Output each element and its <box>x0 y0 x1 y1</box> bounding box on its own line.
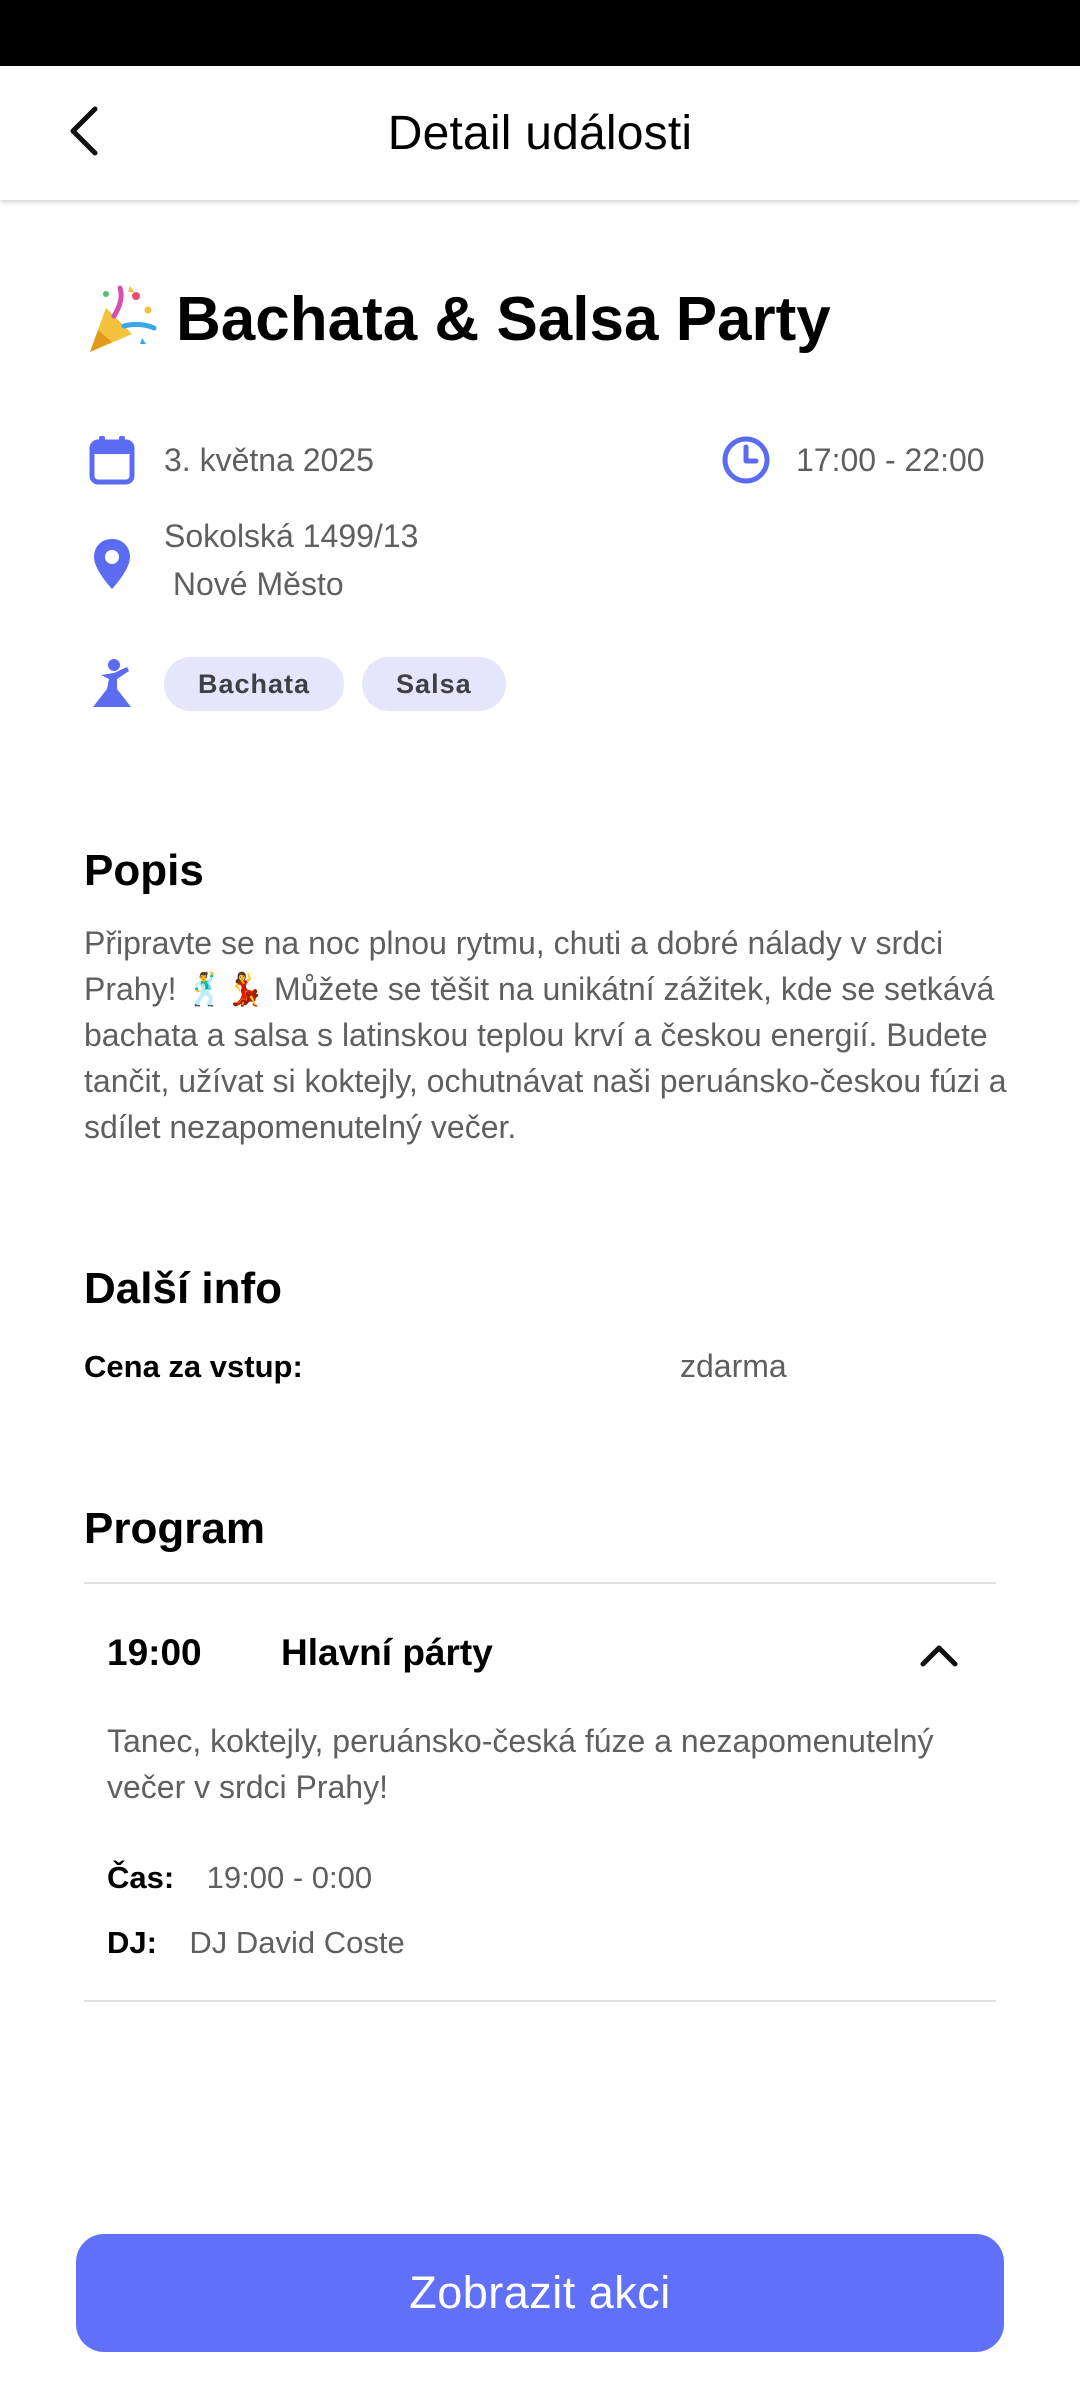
program-time-label: Čas: <box>107 1860 175 1895</box>
program-item-dj-row: DJ: DJ David Coste <box>107 1925 405 1961</box>
app-bar: Detail události <box>0 66 1080 200</box>
tag-bachata[interactable]: Bachata <box>164 657 345 711</box>
price-value: zdarma <box>680 1348 787 1384</box>
program-item-description: Tanec, koktejly, peruánsko-česká fúze a … <box>107 1723 934 1805</box>
price-label: Cena za vstup: <box>84 1349 303 1384</box>
event-date: 3. května 2025 <box>164 441 374 478</box>
chevron-up-icon[interactable] <box>914 1630 964 1680</box>
party-popper-icon <box>90 285 157 352</box>
event-location: Sokolská 1499/13 Nové Město <box>84 518 984 618</box>
calendar-icon <box>84 432 140 488</box>
show-event-button[interactable]: Zobrazit akci <box>76 2234 1004 2352</box>
event-title: Bachata & Salsa Party <box>176 284 831 354</box>
program-item-name: Hlavní párty <box>281 1632 493 1673</box>
page-title: Detail události <box>387 106 693 160</box>
address-line-2: Nové Město <box>164 566 344 602</box>
description-heading: Popis <box>84 846 204 895</box>
clock-icon <box>718 432 774 488</box>
address-line-1: Sokolská 1499/13 <box>164 518 419 554</box>
event-title-row: Bachata & Salsa Party <box>84 282 1004 356</box>
dancer-icon <box>84 656 140 712</box>
program-item-time: 19:00 <box>107 1632 202 1673</box>
description-text: Připravte se na noc plnou rytmu, chuti a… <box>84 925 1007 1145</box>
program-dj-label: DJ: <box>107 1925 157 1960</box>
program-heading: Program <box>84 1504 265 1553</box>
location-pin-icon <box>84 536 140 592</box>
chevron-left-icon <box>70 106 98 156</box>
program-item-header[interactable]: 19:00 Hlavní párty <box>84 1584 996 1704</box>
program-dj-name: DJ David Coste <box>189 1925 405 1960</box>
program-item-time-row: Čas: 19:00 - 0:00 <box>107 1860 372 1896</box>
program-time-range: 19:00 - 0:00 <box>206 1860 373 1895</box>
event-time: 17:00 - 22:00 <box>796 441 985 478</box>
program-divider-bottom <box>84 2000 996 2002</box>
dance-tags-row: Bachata Salsa <box>84 656 524 712</box>
status-bar <box>0 0 1080 66</box>
more-info-heading: Další info <box>84 1264 283 1313</box>
back-button[interactable] <box>50 96 120 166</box>
tag-salsa[interactable]: Salsa <box>362 657 506 711</box>
event-time-row: 17:00 - 22:00 <box>718 432 985 488</box>
event-date-row: 3. května 2025 <box>84 432 374 488</box>
